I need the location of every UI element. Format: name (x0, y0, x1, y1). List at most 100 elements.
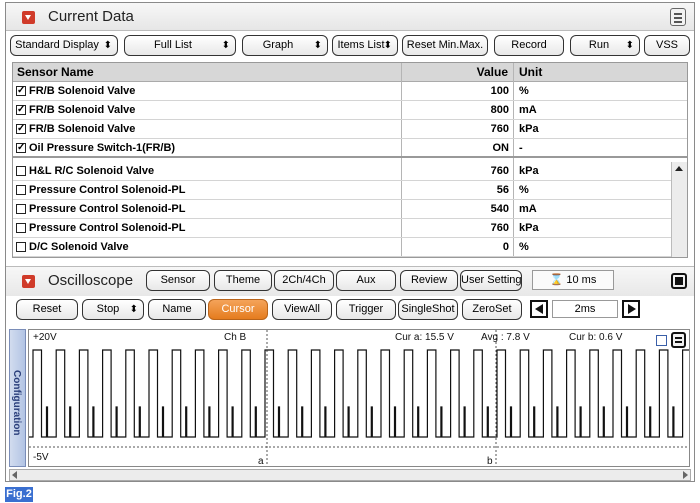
plot-menu-icon[interactable] (671, 332, 686, 348)
sensor-table: Sensor Name Value Unit ✓ FR/B Solenoid Va… (12, 62, 688, 258)
timebase-decrease-button[interactable] (530, 300, 548, 318)
standard-display-dropdown[interactable]: Standard Display ⬍ (10, 35, 118, 56)
time-display-value: 10 ms (566, 274, 597, 286)
reset-minmax-button[interactable]: Reset Min.Max. (402, 35, 488, 56)
table-row[interactable]: Pressure Control Solenoid-PL 760 kPa (13, 219, 687, 238)
full-list-label: Full List (154, 39, 192, 51)
singleshot-button[interactable]: SingleShot (398, 299, 458, 320)
row-checkbox[interactable] (16, 166, 26, 176)
sensor-value: 760 (490, 165, 509, 177)
trigger-button[interactable]: Trigger (336, 299, 396, 320)
table-row[interactable]: ✓ Oil Pressure Switch-1(FR/B) ON - (13, 139, 687, 158)
sensor-value: 540 (490, 203, 509, 215)
table-row[interactable]: ✓ FR/B Solenoid Valve 800 mA (13, 101, 687, 120)
items-list-dropdown[interactable]: Items List ⬍ (332, 35, 398, 56)
current-data-header: Current Data (6, 3, 694, 31)
left-arrow-icon (535, 304, 543, 314)
row-checkbox[interactable]: ✓ (16, 143, 26, 153)
table-scrollbar[interactable] (671, 162, 687, 257)
scroll-left-icon[interactable] (12, 471, 17, 479)
right-arrow-icon (628, 304, 636, 314)
plot-checkbox[interactable] (656, 335, 667, 346)
graph-dropdown[interactable]: Graph ⬍ (242, 35, 328, 56)
sensor-button[interactable]: Sensor (146, 270, 210, 291)
vss-button[interactable]: VSS (644, 35, 690, 56)
y-min-label: -5V (33, 452, 49, 463)
scroll-right-icon[interactable] (683, 471, 688, 479)
waveform-trace (29, 349, 689, 438)
aux-button[interactable]: Aux (336, 270, 396, 291)
dropdown-arrow-icon: ⬍ (625, 40, 634, 51)
sensor-unit: kPa (519, 123, 539, 135)
figure-label: Fig.2 (5, 487, 33, 502)
user-setting-button[interactable]: User Setting (460, 270, 522, 291)
items-list-label: Items List (337, 39, 385, 51)
sensor-value: 800 (490, 104, 509, 116)
sensor-name: Pressure Control Solenoid-PL (29, 203, 186, 215)
reset-button[interactable]: Reset (16, 299, 78, 320)
timebase-increase-button[interactable] (622, 300, 640, 318)
row-checkbox[interactable]: ✓ (16, 124, 26, 134)
sensor-name: Oil Pressure Switch-1(FR/B) (29, 142, 176, 154)
configuration-label: Configuration (11, 370, 22, 436)
theme-button[interactable]: Theme (214, 270, 272, 291)
channels-button[interactable]: 2Ch/4Ch (274, 270, 334, 291)
table-row[interactable]: ✓ FR/B Solenoid Valve 100% (13, 82, 687, 101)
column-header-name[interactable]: Sensor Name (13, 63, 401, 82)
sensor-unit: mA (519, 104, 537, 116)
sensor-value: 760 (490, 123, 509, 135)
sensor-name: Pressure Control Solenoid-PL (29, 184, 186, 196)
dropdown-arrow-icon: ⬍ (313, 40, 322, 51)
graph-label: Graph (262, 39, 294, 51)
record-button[interactable]: Record (494, 35, 564, 56)
cursor-a-marker[interactable]: a (258, 456, 264, 467)
stop-dropdown[interactable]: Stop ⬍ (82, 299, 144, 320)
oscilloscope-plot[interactable]: +20V -5V Ch B Cur a: 15.5 V Avg : 7.8 V … (28, 329, 690, 467)
sensor-name: D/C Solenoid Valve (29, 241, 129, 253)
table-row[interactable]: H&L R/C Solenoid Valve 760 kPa (13, 162, 687, 181)
configuration-tab[interactable]: Configuration (9, 329, 26, 467)
sensor-unit: % (519, 184, 529, 196)
run-dropdown[interactable]: Run ⬍ (570, 35, 640, 56)
name-button[interactable]: Name (148, 299, 206, 320)
cursor-a-readout: Cur a: 15.5 V (395, 332, 454, 343)
viewall-button[interactable]: ViewAll (272, 299, 332, 320)
sensor-name: FR/B Solenoid Valve (29, 123, 136, 135)
sensor-unit: kPa (519, 222, 539, 234)
row-checkbox[interactable] (16, 185, 26, 195)
sensor-value: ON (492, 142, 510, 154)
full-list-dropdown[interactable]: Full List ⬍ (124, 35, 236, 56)
column-header-unit[interactable]: Unit (513, 63, 687, 82)
row-checkbox[interactable] (16, 223, 26, 233)
collapse-icon[interactable] (22, 275, 35, 288)
column-header-value[interactable]: Value (401, 63, 513, 82)
row-checkbox[interactable]: ✓ (16, 86, 26, 96)
table-row[interactable]: Pressure Control Solenoid-PL 56% (13, 181, 687, 200)
scan-tool-window: Current Data Standard Display ⬍ Full List… (5, 2, 695, 482)
list-menu-icon[interactable] (670, 8, 686, 26)
sensor-value: 56 (496, 184, 509, 196)
zeroset-button[interactable]: ZeroSet (462, 299, 522, 320)
table-row[interactable]: ✓ FR/B Solenoid Valve 760 kPa (13, 120, 687, 139)
row-checkbox[interactable] (16, 242, 26, 252)
run-label: Run (588, 39, 610, 51)
channel-label: Ch B (224, 332, 247, 343)
collapse-icon[interactable] (22, 11, 35, 24)
stop-square-icon[interactable] (671, 273, 687, 289)
plot-scrollbar[interactable] (9, 469, 691, 481)
scroll-up-icon[interactable] (675, 166, 683, 171)
sensor-value: 100 (490, 85, 509, 97)
plot-edge (691, 329, 695, 467)
review-button[interactable]: Review (400, 270, 458, 291)
cursor-button[interactable]: Cursor (208, 299, 268, 320)
table-row[interactable]: Pressure Control Solenoid-PL 540 mA (13, 200, 687, 219)
timer-icon: ⌛ (549, 274, 564, 286)
y-max-label: +20V (33, 332, 57, 343)
time-display: ⌛ 10 ms (532, 270, 614, 290)
cursor-b-readout: Cur b: 0.6 V (569, 332, 623, 343)
row-checkbox[interactable] (16, 204, 26, 214)
table-row[interactable]: D/C Solenoid Valve 0% (13, 238, 687, 257)
cursor-b-marker[interactable]: b (487, 456, 493, 467)
row-checkbox[interactable]: ✓ (16, 105, 26, 115)
sensor-name: Pressure Control Solenoid-PL (29, 222, 186, 234)
